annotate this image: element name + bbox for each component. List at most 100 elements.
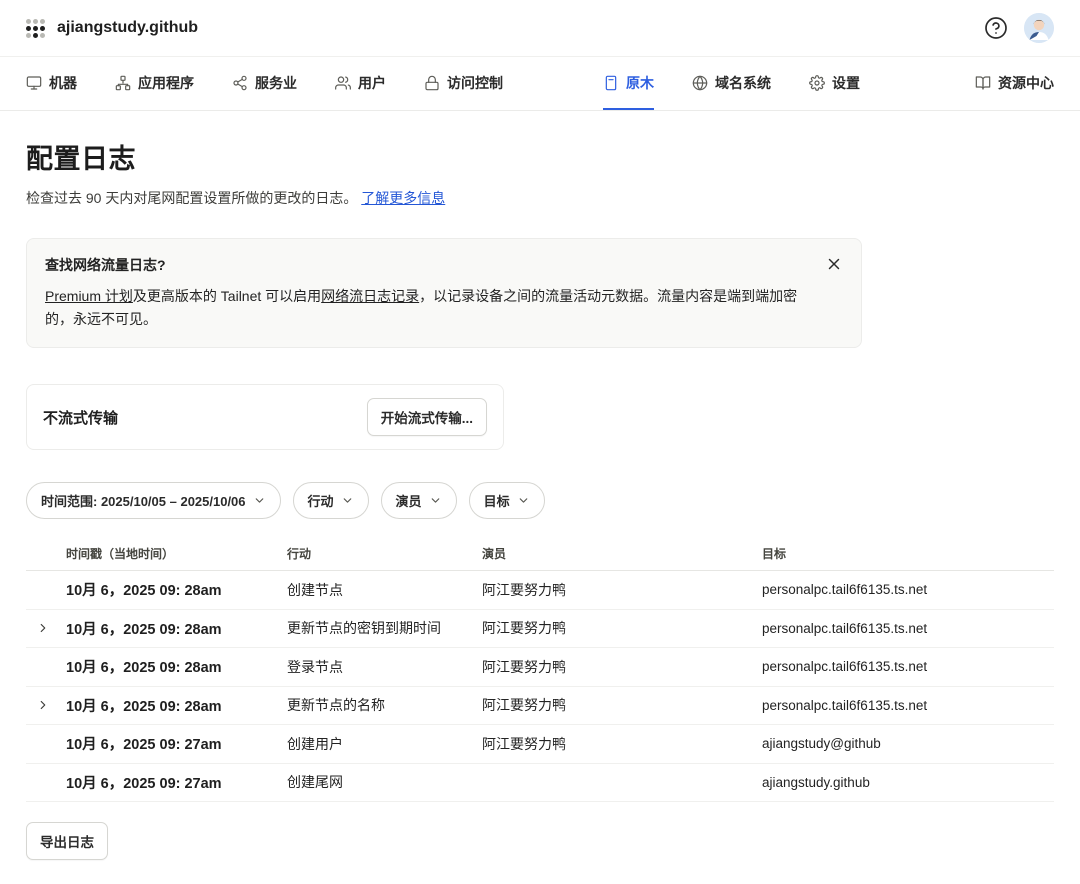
apps-icon bbox=[115, 75, 131, 91]
nav-item-apps[interactable]: 应用程序 bbox=[115, 57, 194, 110]
log-target: personalpc.tail6f6135.ts.net bbox=[762, 621, 1054, 636]
action-filter-label: 行动 bbox=[308, 491, 334, 510]
banner-title: 查找网络流量日志? bbox=[45, 255, 813, 275]
log-actor: 阿江要努力鸭 bbox=[482, 657, 762, 677]
network-flow-logs-banner: 查找网络流量日志? Premium 计划及更高版本的 Tailnet 可以启用网… bbox=[26, 238, 862, 348]
table-row: 10月 6，2025 09: 28am 更新节点的名称 阿江要努力鸭 perso… bbox=[26, 687, 1054, 726]
actor-filter[interactable]: 演员 bbox=[381, 482, 457, 519]
help-button[interactable] bbox=[984, 16, 1008, 40]
close-icon bbox=[825, 255, 843, 273]
target-filter-label: 目标 bbox=[484, 491, 510, 510]
nav-item-resource-center[interactable]: 资源中心 bbox=[975, 57, 1054, 110]
nav-item-logs[interactable]: 原木 bbox=[603, 57, 654, 110]
log-timestamp: 10月 6，2025 09: 27am bbox=[66, 772, 287, 793]
nav-label: 设置 bbox=[832, 73, 860, 93]
log-actor: 阿江要努力鸭 bbox=[482, 734, 762, 754]
col-header-target: 目标 bbox=[762, 545, 1054, 562]
target-filter[interactable]: 目标 bbox=[469, 482, 545, 519]
users-icon bbox=[335, 75, 351, 91]
subtitle-text: 检查过去 90 天内对尾网配置设置所做的更改的日志。 bbox=[26, 190, 357, 206]
dns-icon bbox=[692, 75, 708, 91]
date-range-label: 时间范围: 2025/10/05 – 2025/10/06 bbox=[41, 491, 246, 510]
log-timestamp: 10月 6，2025 09: 28am bbox=[66, 618, 287, 639]
log-timestamp: 10月 6，2025 09: 28am bbox=[66, 579, 287, 600]
main-content: 配置日志 检查过去 90 天内对尾网配置设置所做的更改的日志。 了解更多信息 查… bbox=[0, 137, 1080, 884]
top-header: ajiangstudy.github bbox=[0, 0, 1080, 57]
chevron-down-icon bbox=[517, 494, 530, 507]
nav-item-dns[interactable]: 域名系统 bbox=[692, 57, 771, 110]
nav-label: 机器 bbox=[49, 73, 77, 93]
premium-plan-link[interactable]: Premium 计划 bbox=[45, 288, 133, 304]
logs-table-body: 10月 6，2025 09: 28am 创建节点 阿江要努力鸭 personal… bbox=[26, 571, 1054, 802]
nav-label: 服务业 bbox=[255, 73, 297, 93]
start-streaming-button[interactable]: 开始流式传输... bbox=[367, 398, 487, 436]
logs-table: 时间戳（当地时间） 行动 演员 目标 10月 6，2025 09: 28am 创… bbox=[26, 537, 1054, 802]
col-header-actor: 演员 bbox=[482, 545, 762, 562]
log-action: 创建节点 bbox=[287, 580, 482, 600]
log-action: 创建尾网 bbox=[287, 772, 482, 792]
network-flow-logging-link[interactable]: 网络流日志记录 bbox=[321, 288, 419, 304]
nav-item-settings[interactable]: 设置 bbox=[809, 57, 860, 110]
banner-text-1: 及更高版本的 Tailnet 可以启用 bbox=[133, 288, 321, 304]
chevron-right-icon bbox=[36, 698, 50, 712]
log-timestamp: 10月 6，2025 09: 27am bbox=[66, 733, 287, 754]
col-header-timestamp: 时间戳（当地时间） bbox=[66, 545, 287, 562]
log-target: ajiangstudy@github bbox=[762, 736, 1054, 751]
page-title: 配置日志 bbox=[26, 137, 1054, 176]
row-expand-chevron[interactable] bbox=[36, 694, 58, 716]
log-action: 登录节点 bbox=[287, 657, 482, 677]
log-actor: 阿江要努力鸭 bbox=[482, 618, 762, 638]
book-icon bbox=[975, 75, 991, 91]
main-nav: 机器 应用程序 服务业 用户 访问控制 原木 域名系统 设置 资源中心 bbox=[0, 57, 1080, 111]
banner-body: Premium 计划及更高版本的 Tailnet 可以启用网络流日志记录，以记录… bbox=[45, 285, 813, 331]
nav-label: 访问控制 bbox=[447, 73, 503, 93]
page-subtitle: 检查过去 90 天内对尾网配置设置所做的更改的日志。 了解更多信息 bbox=[26, 188, 1054, 208]
org-name: ajiangstudy.github bbox=[57, 19, 198, 37]
avatar-icon bbox=[1024, 13, 1054, 43]
banner-close-button[interactable] bbox=[825, 253, 847, 275]
nav-item-services[interactable]: 服务业 bbox=[232, 57, 297, 110]
table-row: 10月 6，2025 09: 27am 创建尾网 ajiangstudy.git… bbox=[26, 764, 1054, 803]
log-action: 更新节点的名称 bbox=[287, 695, 482, 715]
access-controls-icon bbox=[424, 75, 440, 91]
nav-item-machines[interactable]: 机器 bbox=[26, 57, 77, 110]
table-row: 10月 6，2025 09: 27am 创建用户 阿江要努力鸭 ajiangst… bbox=[26, 725, 1054, 764]
action-filter[interactable]: 行动 bbox=[293, 482, 369, 519]
table-row: 10月 6，2025 09: 28am 更新节点的密钥到期时间 阿江要努力鸭 p… bbox=[26, 610, 1054, 649]
tailscale-logo-icon bbox=[26, 19, 45, 38]
user-avatar[interactable] bbox=[1024, 13, 1054, 43]
nav-item-users[interactable]: 用户 bbox=[335, 57, 386, 110]
log-action: 更新节点的密钥到期时间 bbox=[287, 618, 482, 638]
table-row: 10月 6，2025 09: 28am 登录节点 阿江要努力鸭 personal… bbox=[26, 648, 1054, 687]
settings-icon bbox=[809, 75, 825, 91]
machines-icon bbox=[26, 75, 42, 91]
log-actor: 阿江要努力鸭 bbox=[482, 695, 762, 715]
export-logs-button[interactable]: 导出日志 bbox=[26, 822, 108, 860]
log-target: personalpc.tail6f6135.ts.net bbox=[762, 659, 1054, 674]
log-filters: 时间范围: 2025/10/05 – 2025/10/06 行动 演员 目标 bbox=[26, 482, 1054, 519]
log-streaming-card: 不流式传输 开始流式传输... bbox=[26, 384, 504, 450]
table-row: 10月 6，2025 09: 28am 创建节点 阿江要努力鸭 personal… bbox=[26, 571, 1054, 610]
logs-table-header: 时间戳（当地时间） 行动 演员 目标 bbox=[26, 537, 1054, 571]
log-timestamp: 10月 6，2025 09: 28am bbox=[66, 695, 287, 716]
logs-icon bbox=[603, 75, 619, 91]
log-target: personalpc.tail6f6135.ts.net bbox=[762, 698, 1054, 713]
log-target: ajiangstudy.github bbox=[762, 775, 1054, 790]
row-expand-chevron[interactable] bbox=[36, 617, 58, 639]
nav-label: 应用程序 bbox=[138, 73, 194, 93]
services-icon bbox=[232, 75, 248, 91]
nav-label: 资源中心 bbox=[998, 73, 1054, 93]
log-timestamp: 10月 6，2025 09: 28am bbox=[66, 656, 287, 677]
date-range-filter[interactable]: 时间范围: 2025/10/05 – 2025/10/06 bbox=[26, 482, 281, 519]
help-circle-icon bbox=[984, 16, 1008, 40]
chevron-down-icon bbox=[341, 494, 354, 507]
chevron-right-icon bbox=[36, 621, 50, 635]
stream-status: 不流式传输 bbox=[43, 407, 118, 428]
nav-label: 域名系统 bbox=[715, 73, 771, 93]
export-section: 导出日志 bbox=[26, 822, 1054, 860]
nav-item-access-controls[interactable]: 访问控制 bbox=[424, 57, 503, 110]
learn-more-link[interactable]: 了解更多信息 bbox=[361, 190, 445, 206]
col-header-action: 行动 bbox=[287, 545, 482, 562]
nav-label: 原木 bbox=[626, 73, 654, 93]
chevron-down-icon bbox=[253, 494, 266, 507]
